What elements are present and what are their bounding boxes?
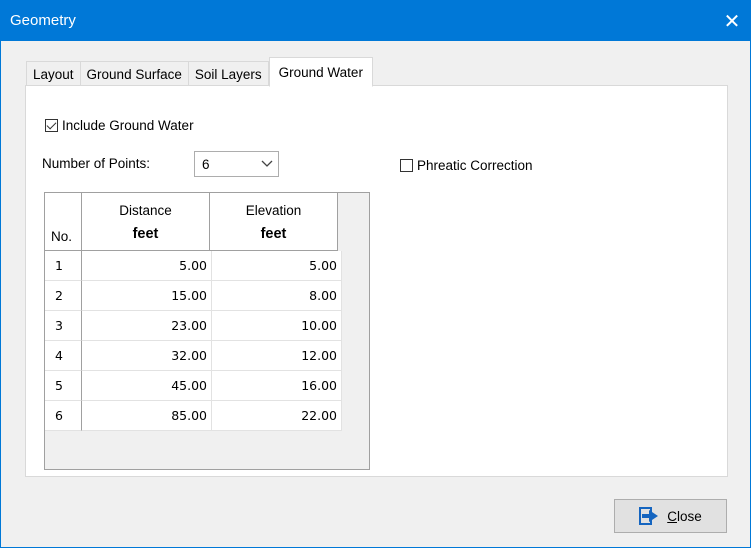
distance-cell[interactable]: 85.00 (82, 401, 212, 431)
tab-layout[interactable]: Layout (26, 61, 81, 87)
header-distance: Distance feet (82, 193, 210, 251)
header-no: No. (45, 193, 82, 251)
number-of-points-select[interactable]: 6 (194, 151, 279, 177)
checkbox-checked-icon (45, 119, 58, 132)
close-icon: ✕ (723, 10, 741, 33)
table-row: 6 85.00 22.00 (45, 401, 342, 431)
table-row: 3 23.00 10.00 (45, 311, 342, 341)
exit-door-icon (639, 507, 659, 525)
distance-cell[interactable]: 23.00 (82, 311, 212, 341)
include-ground-water-checkbox[interactable]: Include Ground Water (45, 118, 194, 133)
table-body: 1 5.00 5.00 2 15.00 8.00 3 23.00 10.00 4… (45, 251, 342, 431)
distance-cell[interactable]: 5.00 (82, 251, 212, 281)
close-button-mnemonic: C (667, 508, 677, 524)
window-close-button[interactable]: ✕ (714, 1, 750, 41)
chevron-down-icon (256, 160, 278, 168)
number-of-points-value: 6 (202, 156, 210, 172)
header-elevation-unit: feet (260, 226, 287, 242)
table-row: 1 5.00 5.00 (45, 251, 342, 281)
phreatic-correction-label: Phreatic Correction (417, 158, 533, 173)
header-distance-unit: feet (132, 226, 159, 242)
geometry-dialog: Geometry ✕ Layout Ground Surface Soil La… (0, 0, 751, 548)
distance-cell[interactable]: 15.00 (82, 281, 212, 311)
tab-strip: Layout Ground Surface Soil Layers Ground… (26, 57, 373, 87)
elevation-cell[interactable]: 22.00 (212, 401, 342, 431)
tab-ground-water[interactable]: Ground Water (268, 57, 373, 87)
row-number: 6 (45, 401, 82, 431)
row-number: 3 (45, 311, 82, 341)
row-number: 1 (45, 251, 82, 281)
number-of-points-label: Number of Points: (42, 156, 151, 171)
distance-cell[interactable]: 32.00 (82, 341, 212, 371)
distance-cell[interactable]: 45.00 (82, 371, 212, 401)
title-bar: Geometry ✕ (1, 1, 750, 41)
table-row: 2 15.00 8.00 (45, 281, 342, 311)
window-title: Geometry (10, 12, 76, 29)
checkbox-unchecked-icon (400, 159, 413, 172)
elevation-cell[interactable]: 8.00 (212, 281, 342, 311)
elevation-cell[interactable]: 10.00 (212, 311, 342, 341)
elevation-cell[interactable]: 12.00 (212, 341, 342, 371)
header-distance-label: Distance (119, 203, 172, 218)
tab-soil-layers[interactable]: Soil Layers (188, 61, 269, 87)
ground-water-panel: Include Ground Water Number of Points: 6… (25, 85, 728, 477)
elevation-cell[interactable]: 16.00 (212, 371, 342, 401)
close-button[interactable]: Close (614, 499, 727, 533)
close-button-label: Close (667, 509, 702, 524)
row-number: 4 (45, 341, 82, 371)
include-ground-water-label: Include Ground Water (62, 118, 194, 133)
header-elevation: Elevation feet (210, 193, 338, 251)
table-row: 5 45.00 16.00 (45, 371, 342, 401)
header-no-label: No. (51, 229, 73, 244)
row-number: 2 (45, 281, 82, 311)
tab-ground-surface[interactable]: Ground Surface (80, 61, 189, 87)
phreatic-correction-checkbox[interactable]: Phreatic Correction (400, 158, 533, 173)
row-number: 5 (45, 371, 82, 401)
ground-water-points-table: No. Distance feet Elevation feet 1 5.00 … (44, 192, 370, 470)
header-elevation-label: Elevation (245, 203, 302, 218)
close-button-label-rest: lose (676, 508, 702, 524)
table-row: 4 32.00 12.00 (45, 341, 342, 371)
elevation-cell[interactable]: 5.00 (212, 251, 342, 281)
